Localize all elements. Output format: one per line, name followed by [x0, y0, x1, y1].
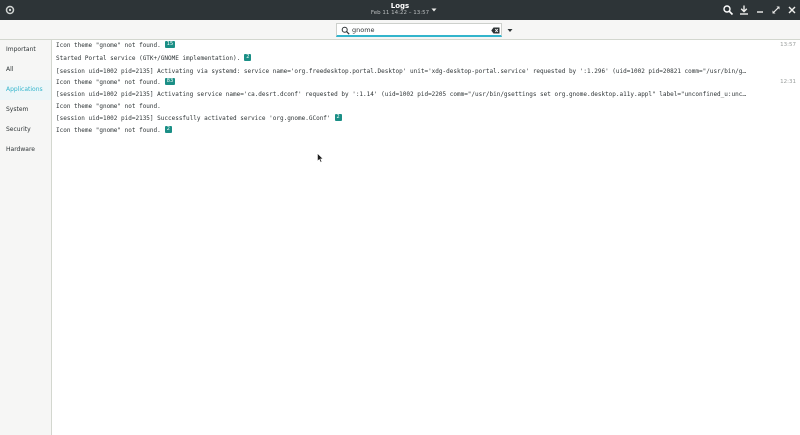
sidebar-item-hardware[interactable]: Hardware	[0, 140, 51, 160]
minimize-icon	[757, 11, 763, 13]
count-badge: 15	[164, 41, 176, 48]
mouse-pointer-icon	[317, 152, 324, 163]
count-badge: 2	[164, 126, 172, 133]
log-row[interactable]: [session uid=1002 pid=2135] Successfully…	[52, 113, 800, 124]
log-timestamp: 13:57	[780, 42, 796, 48]
log-row[interactable]: [session uid=1002 pid=2135] Activating v…	[52, 66, 800, 77]
restore-button[interactable]	[770, 4, 782, 16]
log-list: Icon theme "gnome" not found. 15 13:57 St…	[52, 40, 800, 435]
search-icon	[341, 26, 350, 35]
sidebar-item-label: All	[6, 66, 14, 73]
sidebar-item-system[interactable]: System	[0, 100, 51, 120]
clear-search-icon[interactable]	[491, 27, 500, 34]
sidebar-item-applications[interactable]: Applications	[0, 80, 51, 100]
log-message: [session uid=1002 pid=2135] Activating v…	[56, 68, 746, 75]
minimize-button[interactable]	[754, 4, 766, 16]
export-button[interactable]	[738, 4, 750, 16]
log-message: Icon theme "gnome" not found.	[56, 42, 161, 49]
sidebar-item-label: Applications	[6, 86, 43, 93]
log-message: Icon theme "gnome" not found.	[56, 103, 161, 110]
download-icon	[740, 5, 748, 15]
count-badge: 83	[164, 78, 176, 85]
log-row[interactable]: [session uid=1002 pid=2135] Activating s…	[52, 89, 800, 100]
sidebar-item-important[interactable]: Important	[0, 40, 51, 60]
sidebar-item-security[interactable]: Security	[0, 120, 51, 140]
close-button[interactable]	[786, 4, 798, 16]
log-row[interactable]: Started Portal service (GTK+/GNOME imple…	[52, 53, 800, 64]
log-row[interactable]: Icon theme "gnome" not found. 15 13:57	[52, 40, 800, 51]
sidebar-item-label: Security	[6, 126, 31, 133]
log-timestamp: 12:31	[780, 79, 796, 85]
search-toggle-button[interactable]	[722, 4, 734, 16]
search-icon	[723, 5, 734, 16]
sidebar-item-label: System	[6, 106, 29, 113]
search-bar	[0, 20, 800, 40]
chevron-down-icon	[507, 29, 513, 32]
log-message: Started Portal service (GTK+/GNOME imple…	[56, 55, 241, 62]
log-row[interactable]: Icon theme "gnome" not found. 2	[52, 125, 800, 136]
restore-icon	[772, 6, 780, 14]
category-sidebar: Important All Applications System Securi…	[0, 40, 52, 435]
count-badge: 2	[244, 54, 252, 61]
sidebar-item-label: Hardware	[6, 146, 35, 153]
app-menu-icon[interactable]	[4, 4, 16, 16]
log-message: Icon theme "gnome" not found.	[56, 79, 161, 86]
log-row[interactable]: Icon theme "gnome" not found. 83 12:31	[52, 77, 800, 88]
search-entry[interactable]	[336, 23, 502, 37]
log-message: [session uid=1002 pid=2135] Successfully…	[56, 115, 331, 122]
title-bar: Logs Feb 11 14:22 – 13:57	[0, 0, 800, 20]
sidebar-item-label: Important	[6, 46, 36, 53]
count-badge: 2	[334, 114, 342, 121]
search-input[interactable]	[352, 25, 487, 35]
sidebar-item-all[interactable]: All	[0, 60, 51, 80]
log-row[interactable]: Icon theme "gnome" not found.	[52, 101, 800, 112]
chevron-down-icon[interactable]	[430, 6, 438, 14]
log-message: Icon theme "gnome" not found.	[56, 127, 161, 134]
log-message: [session uid=1002 pid=2135] Activating s…	[56, 91, 746, 98]
search-options-dropdown[interactable]	[506, 27, 514, 34]
close-icon	[788, 6, 796, 14]
